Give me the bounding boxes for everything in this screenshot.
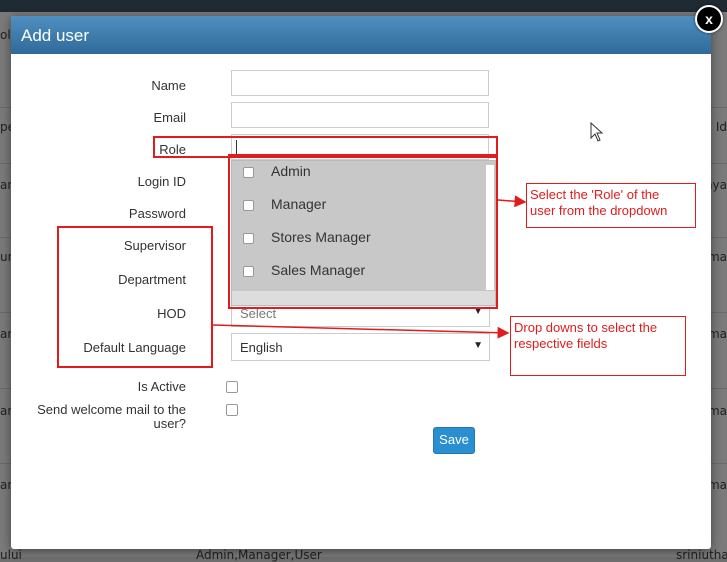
mouse-cursor-icon [590,122,604,142]
role-arrow [497,195,527,208]
annotation-arrows [212,195,527,339]
dropdowns-arrow [212,324,510,339]
